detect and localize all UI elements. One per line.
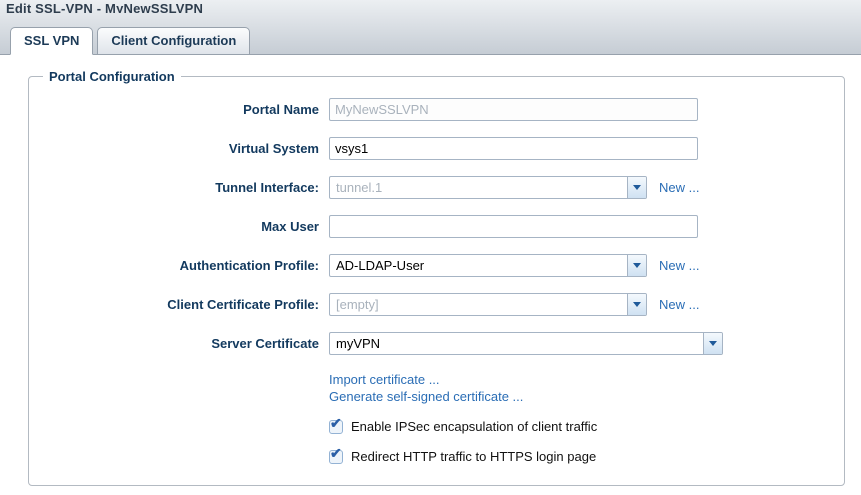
client-certificate-profile-value: [empty] bbox=[330, 297, 627, 312]
authentication-profile-value: AD-LDAP-User bbox=[330, 258, 627, 273]
tunnel-interface-value: tunnel.1 bbox=[330, 180, 627, 195]
client-certificate-profile-select[interactable]: [empty] bbox=[329, 293, 647, 316]
tunnel-interface-select[interactable]: tunnel.1 bbox=[329, 176, 647, 199]
authentication-profile-row: Authentication Profile: AD-LDAP-User New… bbox=[39, 254, 834, 277]
tab-strip: SSL VPN Client Configuration bbox=[0, 13, 861, 55]
ipsec-encapsulation-row: ✔ Enable IPSec encapsulation of client t… bbox=[39, 419, 834, 434]
client-certificate-profile-new-link[interactable]: New ... bbox=[659, 297, 699, 312]
chevron-down-icon[interactable] bbox=[627, 294, 646, 315]
max-user-row: Max User bbox=[39, 215, 834, 238]
dialog-content: Portal Configuration Portal Name Virtual… bbox=[0, 55, 861, 486]
chevron-down-icon bbox=[709, 341, 717, 346]
certificate-links-row: Import certificate ... Generate self-sig… bbox=[39, 371, 834, 405]
chevron-down-icon bbox=[633, 302, 641, 307]
authentication-profile-select[interactable]: AD-LDAP-User bbox=[329, 254, 647, 277]
tab-client-configuration[interactable]: Client Configuration bbox=[97, 27, 250, 55]
tab-ssl-vpn-label: SSL VPN bbox=[24, 33, 79, 48]
portal-configuration-legend: Portal Configuration bbox=[43, 69, 181, 84]
portal-name-input[interactable] bbox=[329, 98, 698, 121]
form-rows: Portal Name Virtual System Tunnel Interf… bbox=[39, 90, 834, 464]
portal-name-row: Portal Name bbox=[39, 98, 834, 121]
authentication-profile-label: Authentication Profile: bbox=[39, 258, 319, 273]
max-user-label: Max User bbox=[39, 219, 319, 234]
chevron-down-icon bbox=[633, 185, 641, 190]
authentication-profile-new-link[interactable]: New ... bbox=[659, 258, 699, 273]
virtual-system-input[interactable] bbox=[329, 137, 698, 160]
ipsec-encapsulation-label: Enable IPSec encapsulation of client tra… bbox=[351, 419, 597, 434]
ipsec-encapsulation-checkbox[interactable]: ✔ bbox=[329, 420, 343, 434]
tab-client-configuration-label: Client Configuration bbox=[111, 33, 236, 48]
check-icon: ✔ bbox=[330, 446, 342, 460]
generate-self-signed-certificate-link[interactable]: Generate self-signed certificate ... bbox=[329, 388, 523, 405]
chevron-down-icon[interactable] bbox=[627, 177, 646, 198]
tab-ssl-vpn[interactable]: SSL VPN bbox=[10, 27, 93, 55]
server-certificate-label: Server Certificate bbox=[39, 336, 319, 351]
server-certificate-row: Server Certificate myVPN bbox=[39, 332, 834, 355]
tunnel-interface-new-link[interactable]: New ... bbox=[659, 180, 699, 195]
chevron-down-icon bbox=[633, 263, 641, 268]
portal-configuration-section: Portal Configuration Portal Name Virtual… bbox=[28, 69, 845, 486]
redirect-http-checkbox[interactable]: ✔ bbox=[329, 450, 343, 464]
client-certificate-profile-row: Client Certificate Profile: [empty] New … bbox=[39, 293, 834, 316]
tunnel-interface-row: Tunnel Interface: tunnel.1 New ... bbox=[39, 176, 834, 199]
server-certificate-value: myVPN bbox=[330, 336, 703, 351]
max-user-input[interactable] bbox=[329, 215, 698, 238]
dialog-header: Edit SSL-VPN - MyNewSSLVPN SSL VPN Clien… bbox=[0, 0, 861, 55]
window-title: Edit SSL-VPN - MyNewSSLVPN bbox=[6, 1, 203, 13]
redirect-http-label: Redirect HTTP traffic to HTTPS login pag… bbox=[351, 449, 596, 464]
check-icon: ✔ bbox=[330, 416, 342, 430]
virtual-system-row: Virtual System bbox=[39, 137, 834, 160]
chevron-down-icon[interactable] bbox=[703, 333, 722, 354]
client-certificate-profile-label: Client Certificate Profile: bbox=[39, 297, 319, 312]
tunnel-interface-label: Tunnel Interface: bbox=[39, 180, 319, 195]
server-certificate-select[interactable]: myVPN bbox=[329, 332, 723, 355]
window-title-bar: Edit SSL-VPN - MyNewSSLVPN bbox=[0, 0, 861, 13]
portal-name-label: Portal Name bbox=[39, 102, 319, 117]
redirect-http-row: ✔ Redirect HTTP traffic to HTTPS login p… bbox=[39, 449, 834, 464]
certificate-links: Import certificate ... Generate self-sig… bbox=[329, 371, 523, 405]
virtual-system-label: Virtual System bbox=[39, 141, 319, 156]
import-certificate-link[interactable]: Import certificate ... bbox=[329, 371, 523, 388]
chevron-down-icon[interactable] bbox=[627, 255, 646, 276]
